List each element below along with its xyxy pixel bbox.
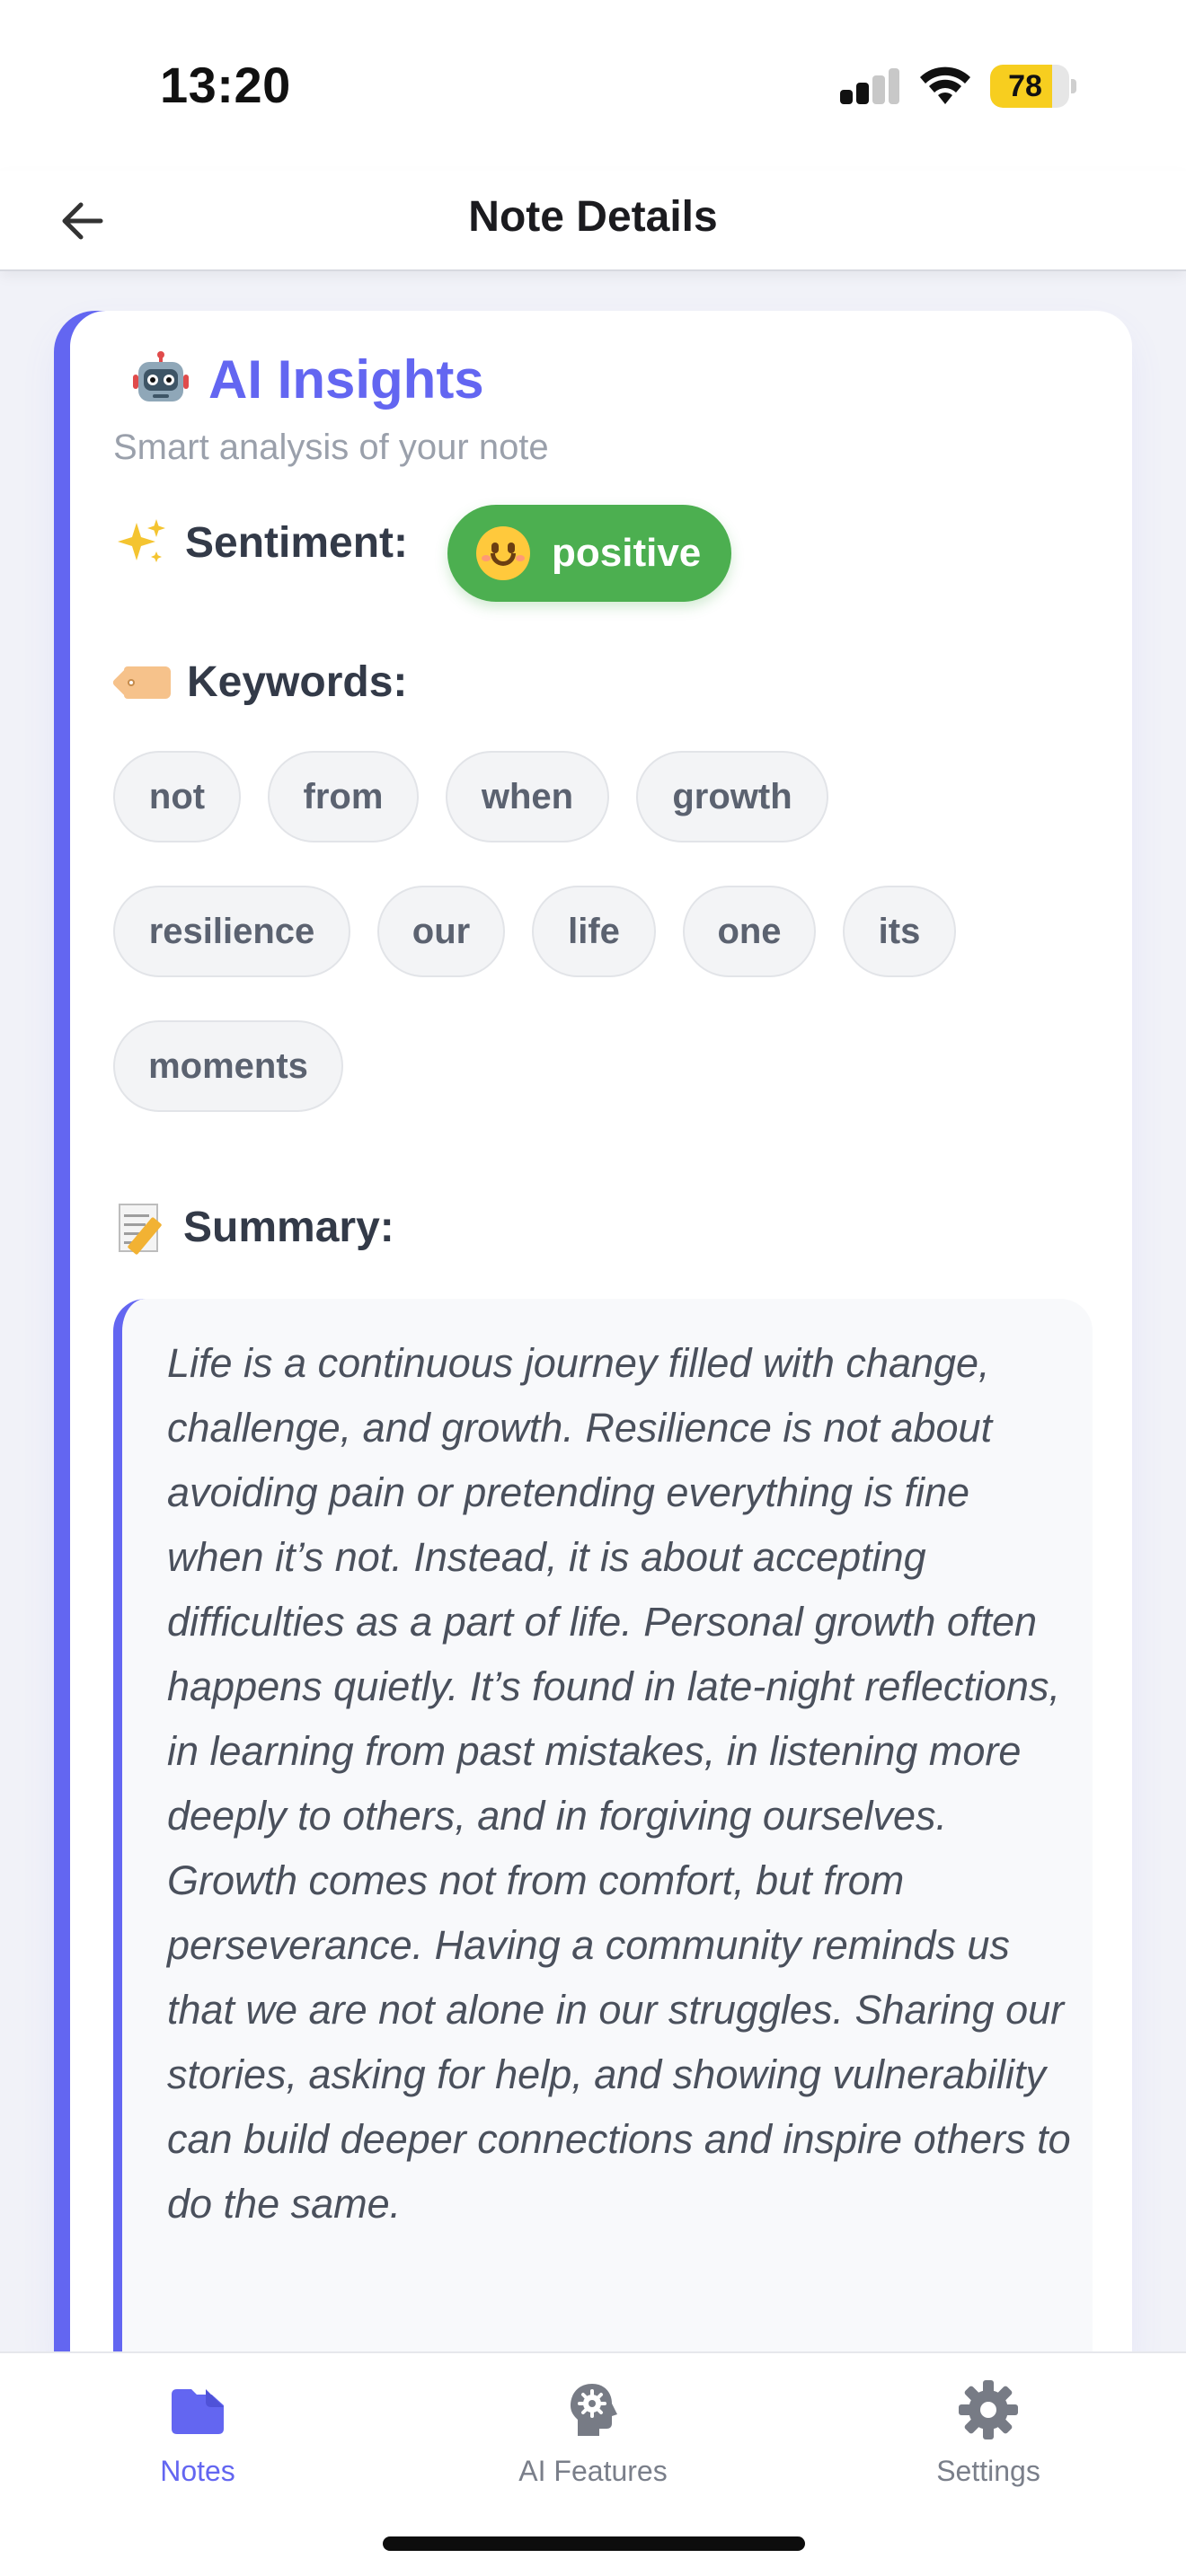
ai-insights-title: AI Insights bbox=[208, 348, 484, 410]
keyword-tag[interactable]: its bbox=[843, 886, 956, 977]
memo-icon bbox=[119, 1200, 167, 1256]
battery-icon: 78 bbox=[990, 65, 1076, 108]
ai-insights-card: AI Insights Smart analysis of your note … bbox=[54, 311, 1132, 2377]
summary-quote: Life is a continuous journey filled with… bbox=[113, 1299, 1093, 2377]
folder-icon bbox=[172, 2389, 224, 2434]
tab-settings[interactable]: Settings bbox=[872, 2378, 1105, 2488]
keyword-tag[interactable]: our bbox=[377, 886, 505, 977]
keyword-tag[interactable]: growth bbox=[636, 751, 828, 842]
navigation-header: Note Details bbox=[0, 171, 1186, 271]
wifi-icon bbox=[920, 66, 970, 104]
gear-icon bbox=[959, 2380, 1018, 2439]
tab-settings-label: Settings bbox=[936, 2455, 1040, 2487]
keyword-tag[interactable]: from bbox=[268, 751, 419, 842]
sentiment-row: Sentiment: bbox=[117, 517, 408, 568]
summary-text: Life is a continuous journey filled with… bbox=[167, 1340, 1071, 2227]
ai-insights-subtitle: Smart analysis of your note bbox=[113, 428, 549, 467]
cellular-signal-icon bbox=[840, 68, 899, 104]
sparkles-icon bbox=[118, 519, 165, 562]
tab-notes[interactable]: Notes bbox=[81, 2378, 314, 2488]
battery-percent: 78 bbox=[1008, 69, 1042, 103]
status-bar: 13:20 78 bbox=[0, 0, 1186, 171]
smiling-face-icon bbox=[476, 526, 530, 580]
ai-insights-header: AI Insights bbox=[133, 343, 484, 415]
robot-icon bbox=[133, 351, 189, 401]
tab-ai-features-label: AI Features bbox=[518, 2455, 668, 2487]
sentiment-label: Sentiment: bbox=[185, 518, 409, 567]
home-indicator bbox=[383, 2536, 805, 2551]
tab-ai-features[interactable]: AI Features bbox=[476, 2378, 710, 2488]
summary-row: Summary: bbox=[119, 1200, 394, 1256]
keyword-tag[interactable]: when bbox=[446, 751, 609, 842]
tag-icon bbox=[111, 664, 171, 701]
sentiment-value: positive bbox=[552, 531, 702, 575]
ai-insights-card-body: AI Insights Smart analysis of your note … bbox=[70, 311, 1132, 2377]
keyword-tag[interactable]: one bbox=[683, 886, 816, 977]
summary-label: Summary: bbox=[183, 1203, 394, 1251]
keyword-tag[interactable]: life bbox=[532, 886, 656, 977]
tab-notes-label: Notes bbox=[160, 2455, 235, 2487]
keyword-tag[interactable]: resilience bbox=[113, 886, 350, 977]
status-time: 13:20 bbox=[160, 57, 291, 113]
note-details-screen: 13:20 78 Note Details AI Insights Smart … bbox=[0, 0, 1186, 2576]
keyword-tag[interactable]: moments bbox=[113, 1020, 343, 1112]
page-title: Note Details bbox=[468, 193, 718, 241]
sentiment-badge: positive bbox=[447, 505, 731, 602]
keywords-row: Keywords: bbox=[111, 657, 408, 707]
keywords-label: Keywords: bbox=[187, 658, 408, 706]
brain-head-icon bbox=[571, 2384, 617, 2436]
keyword-tag[interactable]: not bbox=[113, 751, 241, 842]
